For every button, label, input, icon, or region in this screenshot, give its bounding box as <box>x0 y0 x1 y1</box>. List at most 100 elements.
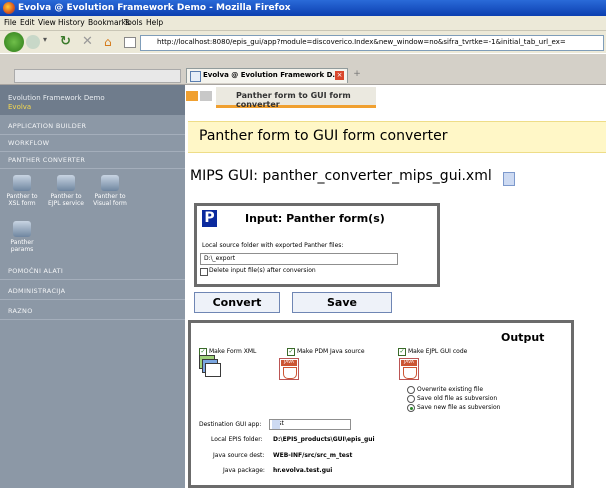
menu-file[interactable]: File <box>4 18 17 27</box>
content-tab-label: Panther form to GUI form converter <box>236 91 351 109</box>
save-old-subversion-label: Save old file as subversion <box>417 395 498 402</box>
java-source-dest-label: Java source dest: <box>213 452 265 459</box>
icon-caption: Panther params <box>10 239 34 253</box>
history-dropdown-icon[interactable]: ▾ <box>43 35 51 49</box>
epis-folder-label: Local EPIS folder: <box>211 436 263 443</box>
panther-to-xsl-form-button[interactable]: Panther to XSL form <box>2 175 42 207</box>
sidebar-item-label: PANTHER CONVERTER <box>8 156 86 164</box>
tab-bar: Evolva @ Evolution Framework D... × + <box>0 54 606 85</box>
sidebar-item-label: WORKFLOW <box>8 139 50 147</box>
sidebar-item-label: RAZNO <box>8 307 33 315</box>
reload-icon[interactable]: ↻ <box>60 34 71 49</box>
forward-button[interactable] <box>26 35 40 49</box>
convert-button[interactable]: Convert <box>194 292 280 313</box>
source-folder-label: Local source folder with exported Panthe… <box>202 242 344 249</box>
chevron-down-icon[interactable] <box>272 420 280 429</box>
java-source-dest-value: WEB-INF/src/src_m_test <box>273 452 353 459</box>
url-text[interactable]: http://localhost:8080/epis_gui/app?modul… <box>157 38 566 46</box>
delete-input-checkbox[interactable] <box>200 268 208 276</box>
browser-tab[interactable]: Evolva @ Evolution Framework D... × <box>186 68 348 83</box>
save-new-subversion-label: Save new file as subversion <box>417 404 501 411</box>
content-tab[interactable]: Panther form to GUI form converter <box>216 87 376 109</box>
sidebar-item-razno[interactable]: RAZNO <box>0 303 185 320</box>
java-file-icon: JAVA <box>399 358 419 380</box>
panther-to-visual-form-button[interactable]: Panther to Visual form <box>90 175 130 207</box>
gui-select-value[interactable]: MIPS GUI: panther_converter_mips_gui.xml <box>190 168 492 184</box>
app-subtitle: Evolva <box>8 103 32 111</box>
url-bar[interactable]: http://localhost:8080/epis_gui/app?modul… <box>140 35 604 51</box>
menu-help[interactable]: Help <box>146 18 163 27</box>
epis-folder-value: D:\EPIS_products\GUI\epis_gui <box>273 436 375 443</box>
save-new-subversion-radio[interactable] <box>407 404 415 412</box>
icon-caption: Panther to XSL form <box>6 193 38 207</box>
save-button[interactable]: Save <box>292 292 392 313</box>
panther-params-button[interactable]: Panther params <box>2 221 42 253</box>
sidebar-item-administracija[interactable]: ADMINISTRACIJA <box>0 283 185 300</box>
page-title-bar: Panther form to GUI form converter <box>188 121 606 153</box>
java-icon-label: JAVA <box>281 360 297 366</box>
icon-caption: Panther to EJPL service <box>48 193 84 207</box>
gears-icon <box>13 175 31 191</box>
gears-icon <box>57 175 75 191</box>
content-tab-strip: Panther form to GUI form converter <box>186 85 606 109</box>
overwrite-radio[interactable] <box>407 386 415 394</box>
menu-edit[interactable]: Edit <box>20 18 35 27</box>
menu-bar: File Edit View History Bookmarks Tools H… <box>0 16 606 31</box>
new-tab-button[interactable]: + <box>350 69 364 81</box>
bookmark-page-icon[interactable] <box>124 37 136 48</box>
window-title: Evolva @ Evolution Framework Demo - Mozi… <box>18 3 291 13</box>
input-panel-title: Input: Panther form(s) <box>245 212 385 225</box>
tab-close-icon[interactable]: × <box>335 71 344 80</box>
tab-favicon-icon <box>190 71 201 82</box>
window-titlebar: Evolva @ Evolution Framework Demo - Mozi… <box>0 0 606 16</box>
icon-caption: Panther to Visual form <box>93 193 127 207</box>
back-arrow-icon[interactable] <box>186 91 198 101</box>
make-form-xml-label: Make Form XML <box>209 348 257 355</box>
chevron-down-icon[interactable] <box>503 172 515 186</box>
menu-view[interactable]: View <box>38 18 56 27</box>
stop-icon[interactable]: ✕ <box>82 34 93 49</box>
home-icon[interactable] <box>200 91 212 101</box>
navigation-toolbar: ▾ ↻ ✕ ⌂ http://localhost:8080/epis_gui/a… <box>0 31 606 53</box>
firefox-logo-icon <box>3 2 15 14</box>
menu-history[interactable]: History <box>58 18 85 27</box>
dest-gui-app-label: Destination GUI app: <box>199 421 262 428</box>
tab-label: Evolva @ Evolution Framework D... <box>203 71 341 79</box>
form-xml-icon <box>199 355 221 377</box>
panther-logo-icon: P <box>202 210 217 227</box>
sidebar-item-label: ADMINISTRACIJA <box>8 287 66 295</box>
output-panel: Output ✓ Make Form XML ✓ Make PDM Java s… <box>188 320 574 488</box>
make-ejpl-gui-label: Make EJPL GUI code <box>408 348 468 355</box>
sidebar-item-workflow[interactable]: WORKFLOW <box>0 135 185 152</box>
search-bar[interactable] <box>14 69 181 83</box>
make-pdm-java-label: Make PDM Java source <box>297 348 365 355</box>
sidebar-item-panther-converter[interactable]: PANTHER CONVERTER <box>0 152 185 169</box>
home-icon[interactable]: ⌂ <box>104 35 112 49</box>
page-title: Panther form to GUI form converter <box>199 128 448 144</box>
input-panel: P Input: Panther form(s) Local source fo… <box>194 203 440 287</box>
make-ejpl-gui-checkbox[interactable]: ✓ <box>398 348 406 356</box>
dest-gui-app-select[interactable]: Test <box>269 419 351 430</box>
java-file-icon: JAVA <box>279 358 299 380</box>
sidebar-item-pomocni-alati[interactable]: POMOĆNI ALATI <box>0 263 185 280</box>
sidebar-item-label: POMOĆNI ALATI <box>8 267 64 275</box>
overwrite-label: Overwrite existing file <box>417 386 484 393</box>
java-package-label: Java package: <box>223 467 265 474</box>
params-icon <box>13 221 31 237</box>
menu-tools[interactable]: Tools <box>124 18 142 27</box>
sidebar-header: Evolution Framework Demo Evolva <box>0 85 185 115</box>
sidebar-item-application-builder[interactable]: APPLICATION BUILDER <box>0 118 185 135</box>
save-old-subversion-radio[interactable] <box>407 395 415 403</box>
make-pdm-java-checkbox[interactable]: ✓ <box>287 348 295 356</box>
java-package-value: hr.evolva.test.gui <box>273 467 333 474</box>
source-folder-input[interactable]: D:\_export <box>200 253 398 265</box>
source-folder-value[interactable]: D:\_export <box>204 255 235 262</box>
gears-icon <box>101 175 119 191</box>
java-icon-label: JAVA <box>401 360 417 366</box>
sidebar: Evolution Framework Demo Evolva APPLICAT… <box>0 85 185 488</box>
back-button[interactable] <box>4 32 24 52</box>
delete-input-label: Delete input file(s) after conversion <box>209 267 316 274</box>
app-name: Evolution Framework Demo <box>8 94 105 102</box>
panther-to-ejpl-service-button[interactable]: Panther to EJPL service <box>46 175 86 207</box>
output-panel-title: Output <box>501 331 545 344</box>
